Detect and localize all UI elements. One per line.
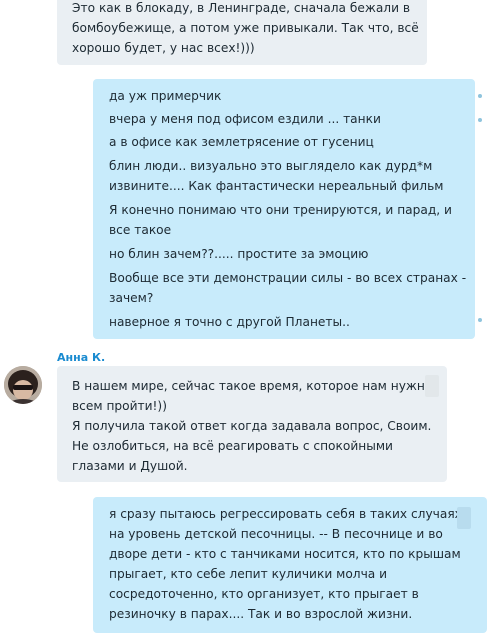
message-bubble-incoming: В нашем мире, сейчас такое время, которо…	[57, 366, 447, 482]
message-line: Вообще все эти демонстрации силы - во вс…	[109, 271, 467, 285]
message-line: прыгает, кто себе лепит куличики молча и	[109, 567, 388, 581]
message-line: блин люди.. визуально это выглядело как …	[109, 159, 433, 173]
message-line: а в офисе как землетрясение от гусениц	[109, 135, 374, 149]
message-line: Это как в блокаду, в Ленинграде, сначала…	[72, 1, 411, 15]
message-line: да уж примерчик	[109, 89, 222, 103]
message-line: хорошо будет, у нас всех!)))	[72, 41, 255, 55]
message-hover-action-icon	[425, 375, 439, 397]
message-line: резиночку в парах.... Так и во взрослой …	[109, 607, 413, 621]
message-line: всем пройти!))	[72, 399, 167, 413]
message-line: глазами и Душой.	[72, 459, 188, 473]
message-bubble-outgoing: да уж примерчик вчера у меня под офисом …	[93, 79, 475, 339]
scroll-indicator-dot	[478, 118, 482, 122]
message-line: бомбоубежище, а потом уже привыкали. Так…	[72, 21, 419, 35]
scroll-indicator-dot	[478, 94, 482, 98]
chat-conversation: Это как в блокаду, в Ленинграде, сначала…	[0, 0, 493, 640]
message-line: сосредоточенно, кто организует, кто прыг…	[109, 587, 419, 601]
message-line: извините.... Как фантастически нереальны…	[109, 179, 444, 193]
message-line: я сразу пытаюсь регрессировать себя в та…	[109, 507, 462, 521]
message-bubble-outgoing: я сразу пытаюсь регрессировать себя в та…	[93, 497, 487, 633]
message-line: на уровень детской песочницы. -- В песоч…	[109, 527, 443, 541]
message-line: но блин зачем??..... простите за эмоцию	[109, 247, 369, 261]
message-hover-action-icon	[457, 507, 471, 529]
message-line: Я конечно понимаю что они тренируются, и…	[109, 203, 452, 217]
message-line: В нашем мире, сейчас такое время, которо…	[72, 379, 433, 393]
message-line: все такое	[109, 223, 172, 237]
avatar-photo-icon	[4, 366, 42, 404]
sender-name[interactable]: Анна К.	[57, 351, 105, 364]
message-bubble-incoming: Это как в блокаду, в Ленинграде, сначала…	[57, 0, 427, 65]
message-line: зачем?	[109, 291, 154, 305]
message-line: наверное я точно с другой Планеты..	[109, 315, 350, 329]
avatar[interactable]	[4, 366, 42, 404]
message-line: Я получила такой ответ когда задавала во…	[72, 419, 432, 433]
message-line: вчера у меня под офисом ездили ... танки	[109, 112, 381, 126]
scroll-indicator-dot	[478, 318, 482, 322]
message-line: Не озлобиться, на всё реагировать с спок…	[72, 439, 393, 453]
message-line: дворе дети - кто с танчиками носится, кт…	[109, 547, 461, 561]
